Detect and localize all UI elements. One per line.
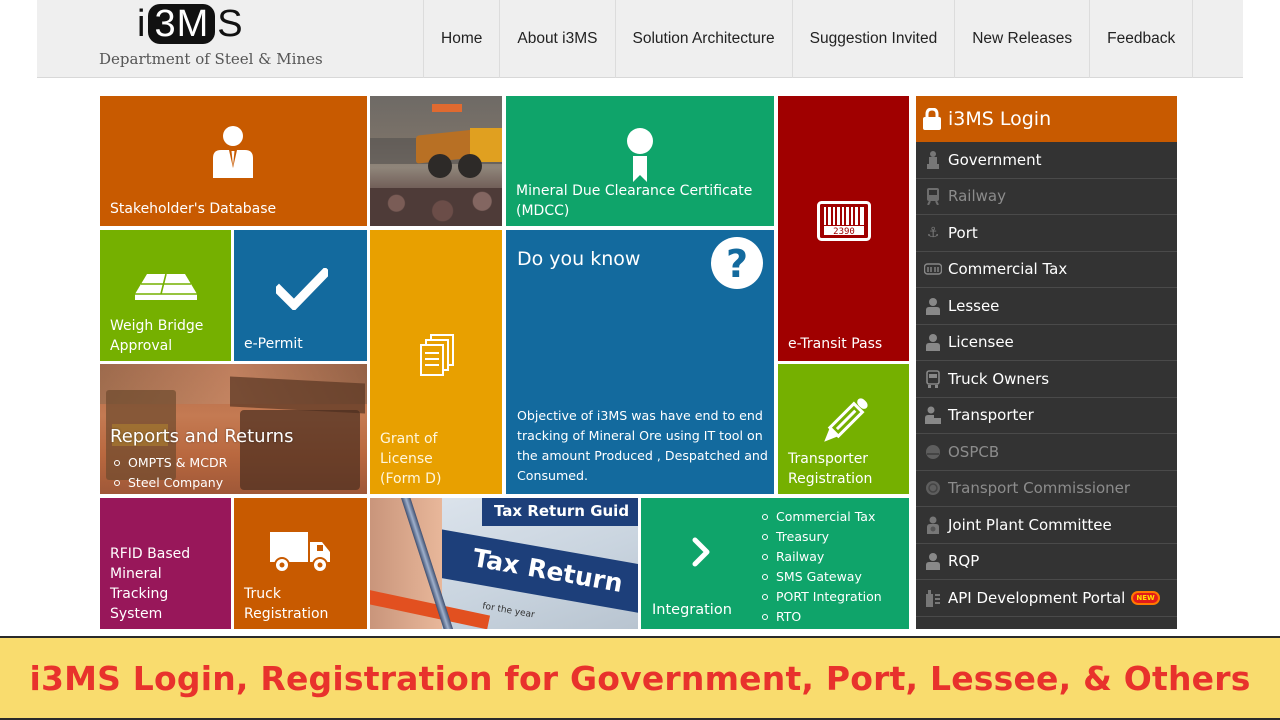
login-transport-commissioner[interactable]: Transport Commissioner <box>916 471 1177 507</box>
login-truck-owners[interactable]: Truck Owners <box>916 361 1177 398</box>
person-tie-icon <box>213 126 253 178</box>
award-ribbon-icon <box>627 128 653 182</box>
reports-link-steel-company[interactable]: Steel Company <box>112 473 227 493</box>
tile-weigh-bridge-approval[interactable]: Weigh Bridge Approval <box>100 230 231 361</box>
tile-integration[interactable]: Integration Commercial Tax Treasury Rail… <box>641 498 909 629</box>
tile-do-you-know[interactable]: Do you know ? Objective of i3MS was have… <box>506 230 774 494</box>
integration-item: PORT Integration <box>760 587 882 607</box>
tile-label: Mineral Due Clearance Certificate (MDCC) <box>516 183 753 219</box>
tile-reports-and-returns[interactable]: Reports and Returns OMPTS & MCDR Steel C… <box>100 364 367 494</box>
jpc-logo-icon <box>924 516 942 534</box>
login-railway[interactable]: Railway <box>916 179 1177 215</box>
nav-home[interactable]: Home <box>423 0 499 78</box>
login-panel-header: i3MS Login <box>916 96 1177 142</box>
tile-label: Weigh Bridge Approval <box>110 318 204 354</box>
new-badge: NEW <box>1133 592 1158 603</box>
reports-list: OMPTS & MCDR Steel Company <box>112 453 227 493</box>
tile-grant-of-license[interactable]: Grant of License (Form D) <box>370 230 502 494</box>
tile-label: RFID Based Mineral Tracking System <box>110 546 191 622</box>
integration-item: Commercial Tax <box>760 507 882 527</box>
login-api-development-portal[interactable]: API Development Portal NEW <box>916 580 1177 617</box>
tile-e-permit[interactable]: e-Permit <box>234 230 367 361</box>
caption-text: i3MS Login, Registration for Government,… <box>29 658 1251 698</box>
login-ospcb[interactable]: OSPCB <box>916 434 1177 471</box>
svg-text:2390: 2390 <box>833 227 855 237</box>
tile-label: Truck Registration <box>244 586 329 622</box>
login-transporter[interactable]: Transporter <box>916 398 1177 434</box>
main-nav: Home About i3MS Solution Architecture Su… <box>423 0 1194 78</box>
weigh-platform-icon <box>135 274 197 300</box>
pencil-icon <box>824 398 868 442</box>
truck-icon <box>270 532 330 573</box>
lock-icon <box>923 108 941 130</box>
tile-label: Stakeholder's Database <box>110 201 277 217</box>
logo-subtitle: Department of Steel & Mines <box>99 50 323 68</box>
tile-label: Integration <box>652 602 732 618</box>
site-logo[interactable]: i 3M S Department of Steel & Mines <box>37 0 367 78</box>
integration-list: Commercial Tax Treasury Railway SMS Gate… <box>760 507 882 627</box>
tile-mdcc[interactable]: Mineral Due Clearance Certificate (MDCC) <box>506 96 774 226</box>
nav-feedback[interactable]: Feedback <box>1089 0 1194 78</box>
integration-item: RTO <box>760 607 882 627</box>
user-icon <box>924 297 942 315</box>
integration-item: Treasury <box>760 527 882 547</box>
tile-rfid-tracking[interactable]: RFID Based Mineral Tracking System <box>100 498 231 629</box>
barcode-icon: 2390 <box>817 201 871 241</box>
tile-label: e-Transit Pass <box>788 336 883 352</box>
reports-title: Reports and Returns <box>110 426 294 447</box>
login-panel-title: i3MS Login <box>948 108 1052 130</box>
mining-truck-photo <box>370 96 502 226</box>
documents-icon <box>420 334 454 376</box>
tile-label: Grant of License (Form D) <box>380 431 442 487</box>
anchor-icon: ⚓ <box>926 224 940 241</box>
tile-truck-registration[interactable]: Truck Registration <box>234 498 367 629</box>
nav-new-releases[interactable]: New Releases <box>954 0 1089 78</box>
do-you-know-text: Objective of i3MS was have end to end tr… <box>517 408 768 483</box>
tile-e-transit-pass[interactable]: 2390 e-Transit Pass <box>778 96 909 361</box>
transporter-icon <box>924 406 942 425</box>
truck-front-icon <box>924 369 942 388</box>
tax-return-photo: Tax Return Guid Tax Return for the year <box>370 498 638 629</box>
tile-transporter-registration[interactable]: Transporter Registration <box>778 364 909 494</box>
checkmark-icon <box>276 268 328 310</box>
login-rqp[interactable]: RQP <box>916 544 1177 580</box>
ospcb-logo-icon <box>924 443 942 461</box>
login-government[interactable]: Government <box>916 142 1177 179</box>
logo-mark: i 3M S <box>137 3 244 45</box>
reports-link-ompts-mcdr[interactable]: OMPTS & MCDR <box>112 453 227 473</box>
site-header: i 3M S Department of Steel & Mines Home Ab… <box>37 0 1243 78</box>
tile-label: Transporter Registration <box>788 451 873 487</box>
user-icon <box>924 552 942 571</box>
login-licensee[interactable]: Licensee <box>916 325 1177 361</box>
user-icon <box>924 333 942 352</box>
tile-label: e-Permit <box>244 336 303 352</box>
api-icon <box>924 589 942 607</box>
caption-banner: i3MS Login, Registration for Government,… <box>0 636 1280 720</box>
tax-return-guide-heading: Tax Return Guid <box>494 502 630 520</box>
ctd-icon <box>924 260 942 278</box>
login-joint-plant-committee[interactable]: Joint Plant Committee <box>916 507 1177 544</box>
tile-stakeholders-database[interactable]: Stakeholder's Database <box>100 96 367 226</box>
login-panel: i3MS Login Government Railway ⚓ Port Com… <box>916 96 1177 629</box>
login-lessee[interactable]: Lessee <box>916 288 1177 325</box>
do-you-know-title: Do you know <box>517 248 641 270</box>
nav-solution-architecture[interactable]: Solution Architecture <box>614 0 792 78</box>
chevron-right-icon <box>692 537 710 567</box>
question-circle-icon: ? <box>711 237 763 289</box>
nav-about[interactable]: About i3MS <box>499 0 614 78</box>
login-port[interactable]: ⚓ Port <box>916 215 1177 252</box>
integration-item: Railway <box>760 547 882 567</box>
seal-icon <box>924 479 942 497</box>
integration-item: SMS Gateway <box>760 567 882 587</box>
emblem-icon <box>924 150 942 169</box>
login-commercial-tax[interactable]: Commercial Tax <box>916 252 1177 288</box>
svg-text:?: ? <box>726 242 748 286</box>
train-icon <box>924 187 942 206</box>
nav-suggestion-invited[interactable]: Suggestion Invited <box>791 0 955 78</box>
